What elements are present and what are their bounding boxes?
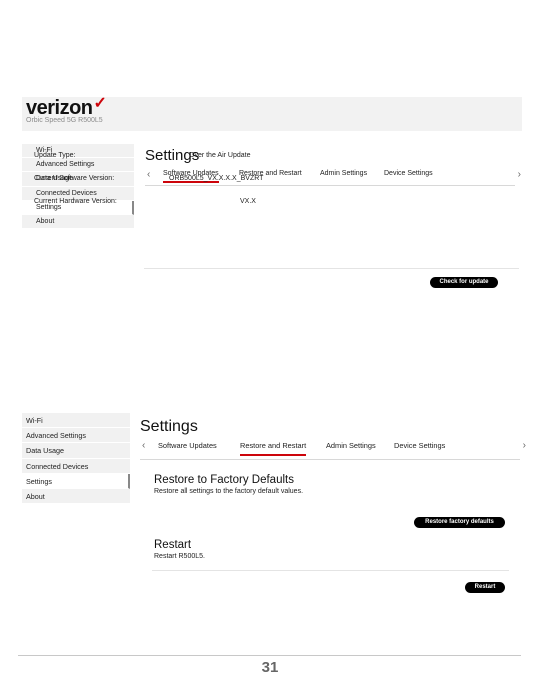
chevron-right-icon[interactable]: › <box>518 168 521 182</box>
tab-device-settings[interactable]: Device Settings <box>384 170 433 181</box>
tab-restore-and-restart[interactable]: Restore and Restart <box>240 441 307 456</box>
software-version-row: Current Software Version: ORB500L5_VX.X.… <box>34 175 334 198</box>
software-version-value: ORB500L5_VX.X.X.X_BVZRT <box>169 175 264 182</box>
software-info-table: Update Type: Over the Air Update Current… <box>34 152 334 221</box>
update-type-row: Update Type: Over the Air Update <box>34 152 334 175</box>
sidebar-item-connected-devices[interactable]: Connected Devices <box>22 458 130 474</box>
software-updates-screenshot: verizon✓ Orbic Speed 5G R500L5 Wi-Fi Adv… <box>22 95 522 305</box>
logo-wordmark: verizon <box>26 97 93 119</box>
hardware-version-value: VX.X <box>240 198 256 205</box>
hardware-version-label: Current Hardware Version: <box>34 198 117 205</box>
check-for-update-button[interactable]: Check for update <box>430 277 498 288</box>
software-version-label: Current Software Version: <box>34 175 115 182</box>
restore-factory-defaults-button[interactable]: Restore factory defaults <box>414 517 505 528</box>
update-type-label: Update Type: <box>34 152 76 159</box>
sidebar: Wi-Fi Advanced Settings Data Usage Conne… <box>22 413 130 505</box>
sidebar-item-data-usage[interactable]: Data Usage <box>22 443 130 459</box>
restore-restart-screenshot: Wi-Fi Advanced Settings Data Usage Conne… <box>22 408 526 608</box>
settings-tabs: ‹ Software Updates Restore and Restart A… <box>140 439 526 460</box>
hardware-version-row: Current Hardware Version: VX.X <box>34 198 334 221</box>
restart-button[interactable]: Restart <box>465 582 505 593</box>
page-number: 31 <box>261 659 279 676</box>
sidebar-item-about[interactable]: About <box>22 488 130 505</box>
chevron-left-icon[interactable]: ‹ <box>142 439 145 453</box>
sidebar-item-wifi[interactable]: Wi-Fi <box>22 413 130 429</box>
device-name: Orbic Speed 5G R500L5 <box>26 117 103 124</box>
page-title: Settings <box>140 418 198 435</box>
sidebar-item-advanced-settings[interactable]: Advanced Settings <box>22 428 130 444</box>
sidebar-item-settings[interactable]: Settings <box>22 473 130 489</box>
divider <box>144 268 519 269</box>
footer-rule <box>18 655 521 656</box>
main-content: Settings ‹ Software Updates Restore and … <box>140 418 526 460</box>
chevron-right-icon[interactable]: › <box>523 439 526 453</box>
divider <box>152 570 509 571</box>
restore-section-description: Restore all settings to the factory defa… <box>154 488 304 495</box>
tab-device-settings[interactable]: Device Settings <box>394 441 445 454</box>
update-type-value: Over the Air Update <box>189 152 251 159</box>
tab-software-updates[interactable]: Software Updates <box>158 441 217 454</box>
restore-section-title: Restore to Factory Defaults <box>154 474 294 486</box>
brand-header: verizon✓ Orbic Speed 5G R500L5 <box>22 95 522 131</box>
check-mark-icon: ✓ <box>93 95 107 112</box>
restart-section-title: Restart <box>154 539 192 551</box>
tab-admin-settings[interactable]: Admin Settings <box>326 441 376 454</box>
restart-section-description: Restart R500L5. <box>154 553 205 560</box>
